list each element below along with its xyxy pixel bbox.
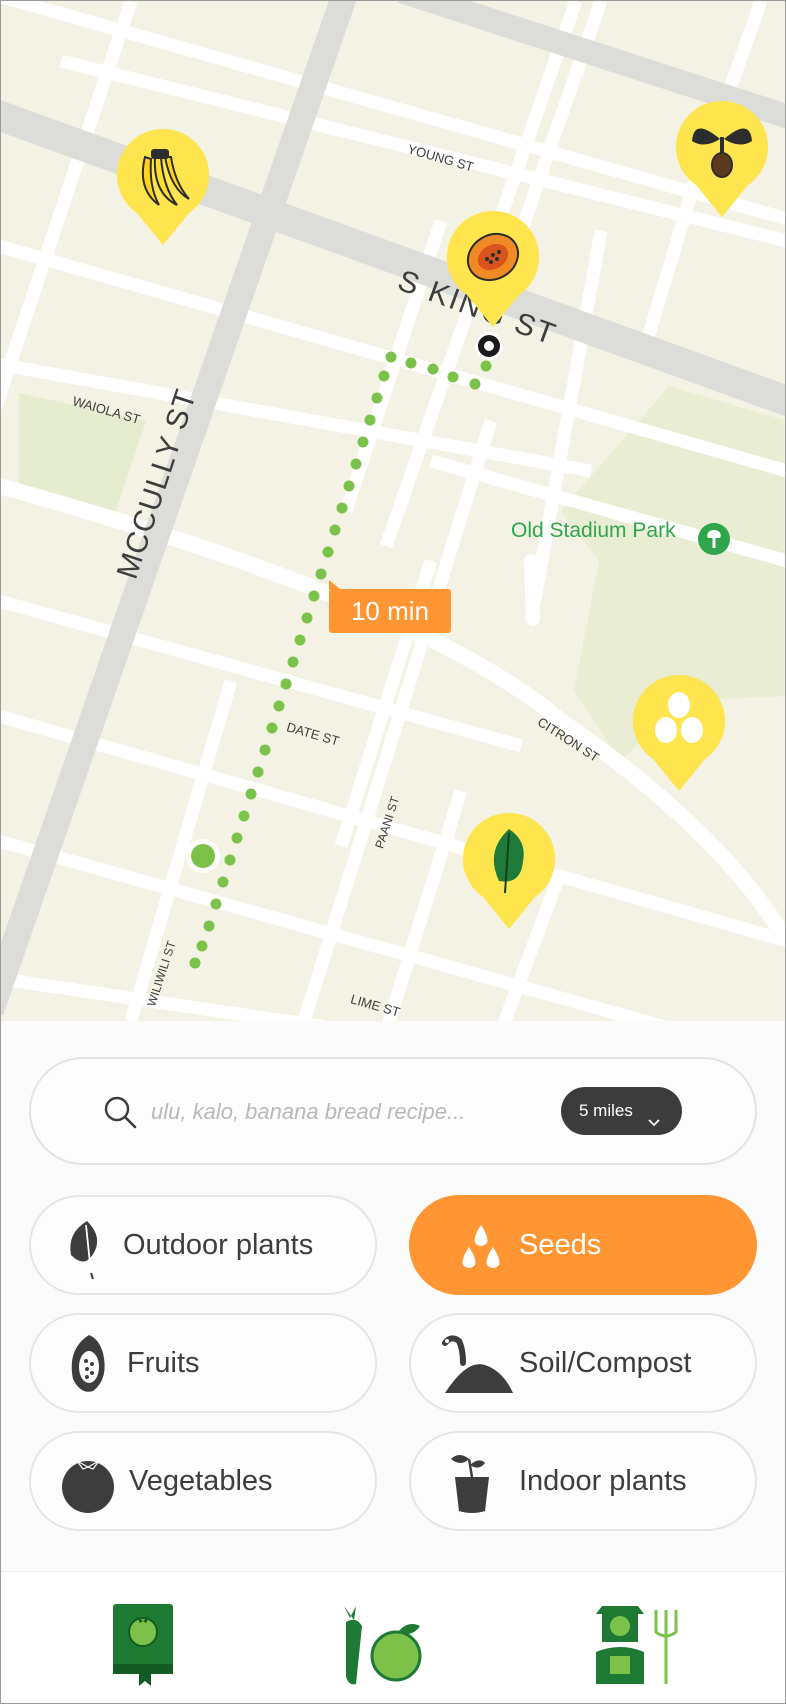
map-view[interactable]: YOUNG ST S KING ST WAIOLA ST MCCULLY ST … [1,1,785,1021]
category-soil-compost[interactable]: Soil/Compost [409,1313,757,1413]
category-vegetables[interactable]: Vegetables [29,1431,377,1531]
potted-sprout-icon [435,1447,505,1517]
leaf-pin[interactable] [461,811,557,931]
tree-icon[interactable] [698,523,730,555]
category-label: Outdoor plants [123,1229,314,1261]
category-indoor-plants[interactable]: Indoor plants [409,1431,757,1531]
taro-plant-pin[interactable] [674,99,770,219]
nav-recipes[interactable] [91,1596,201,1686]
park-label[interactable]: Old Stadium Park [511,519,676,543]
produce-icon [344,1606,422,1685]
chevron-down-icon [646,1101,662,1127]
category-label: Soil/Compost [519,1347,692,1379]
search-input[interactable] [149,1091,573,1133]
category-label: Fruits [127,1347,200,1379]
banana-pin[interactable] [115,127,211,247]
papaya-pin[interactable] [445,209,541,329]
eggs-pin[interactable] [631,673,727,793]
outdoor-plant-icon [53,1211,123,1281]
bottom-nav [1,1571,785,1703]
category-seeds[interactable]: Seeds [409,1195,757,1295]
category-label: Indoor plants [519,1465,687,1497]
search-icon[interactable] [101,1093,141,1133]
route-duration-badge: 10 min [329,580,451,633]
farmer-icon [596,1606,678,1684]
distance-filter[interactable]: 5 miles [561,1087,682,1135]
worm-soil-icon [437,1329,517,1399]
tomato-icon [53,1447,123,1517]
category-fruits[interactable]: Fruits [29,1313,377,1413]
distance-label: 5 miles [579,1101,633,1120]
nav-farmer-profile[interactable] [586,1596,696,1686]
category-label: Seeds [519,1229,602,1261]
app-frame: YOUNG ST S KING ST WAIOLA ST MCCULLY ST … [0,0,786,1704]
category-label: Vegetables [129,1465,273,1497]
papaya-icon [53,1329,123,1399]
search-bar[interactable]: 5 miles [29,1057,757,1165]
seeds-icon [447,1211,517,1281]
recipe-book-icon [113,1604,173,1686]
category-outdoor-plants[interactable]: Outdoor plants [29,1195,377,1295]
nav-produce[interactable] [326,1596,436,1686]
